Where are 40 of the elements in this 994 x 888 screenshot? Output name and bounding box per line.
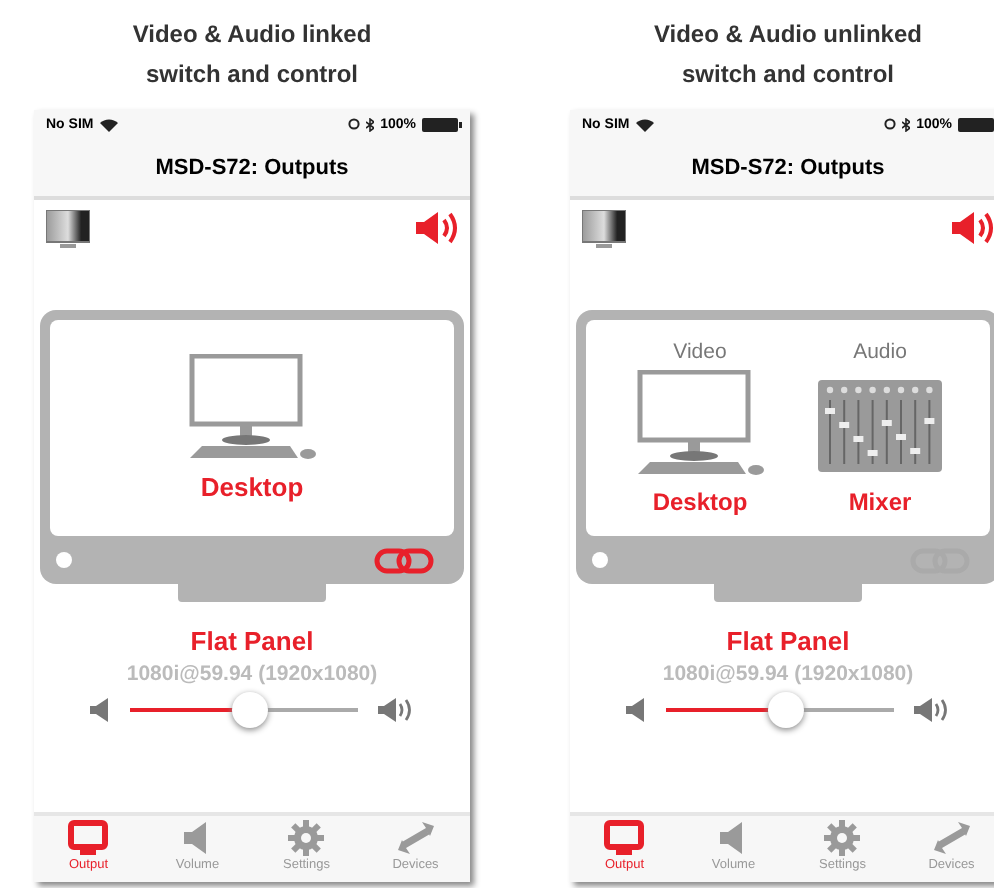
bluetooth-icon [902,117,911,131]
output-name: Flat Panel [188,626,316,656]
settings-icon [824,820,861,856]
lock-rotation-icon [884,118,897,130]
screen-title: MSD-S72: Outputs [34,138,470,200]
swap-arrows-icon [931,820,972,856]
power-led [592,552,608,568]
swap-arrows-icon [395,820,436,856]
source-name[interactable]: Desktop [200,472,304,502]
monitor-icon [68,820,109,856]
battery-icon [958,117,994,131]
wifi-icon [635,117,654,131]
resolution-text: 1080i@59.94 (1920x1080) [124,662,380,686]
resolution-text: 1080i@59.94 (1920x1080) [660,662,916,686]
display-icon [582,210,626,250]
wifi-icon [99,117,118,131]
monitor-icon [604,820,645,856]
display-icon [46,210,90,250]
battery-icon [422,117,462,131]
source-heading: Audio [853,340,907,364]
speaker-icon[interactable] [950,210,994,246]
output-name: Flat Panel [724,626,852,656]
screen-title: MSD-S72: Outputs [570,138,994,200]
speaker-icon[interactable] [414,210,458,246]
source-name[interactable]: Mixer [848,488,912,516]
lock-rotation-icon [348,118,361,130]
caption: Video & Audio unlinked switch and control [651,18,924,92]
speaker-high-icon [914,698,950,722]
source-name[interactable]: Desktop [652,488,748,516]
settings-icon [288,820,325,856]
source-heading: Video [673,340,727,364]
mixer-console-icon [818,380,942,472]
bluetooth-icon [366,117,375,131]
speaker-low-icon [90,698,110,722]
power-led [56,552,72,568]
slider-thumb[interactable] [768,692,805,728]
caption: Video & Audio linked switch and control [130,18,374,92]
speaker-low-icon [626,698,646,722]
speaker-high-icon [378,698,414,722]
slider-thumb[interactable] [232,692,269,728]
